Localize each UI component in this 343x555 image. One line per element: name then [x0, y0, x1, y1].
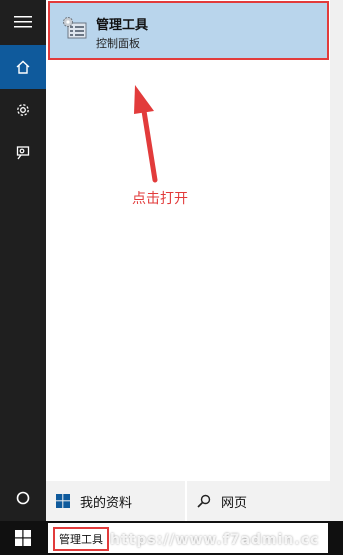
- feedback-person-icon: [16, 146, 30, 160]
- watermark: https://www.f7admin.cc: [110, 532, 320, 548]
- my-stuff-button[interactable]: 我的资料: [46, 481, 185, 521]
- search-results-panel: 管理工具 控制面板 我的资料 网页: [46, 0, 343, 521]
- annotation-text: 点击打开: [132, 191, 188, 207]
- search-query: 管理工具: [53, 527, 109, 551]
- hamburger-icon: [14, 16, 32, 28]
- left-rail: [0, 0, 46, 521]
- web-button[interactable]: 网页: [187, 481, 330, 521]
- power-button[interactable]: [0, 476, 46, 520]
- settings-button[interactable]: [0, 88, 46, 132]
- settings-gear-icon: [17, 104, 29, 116]
- feedback-button[interactable]: [0, 131, 46, 175]
- power-icon: [16, 491, 30, 505]
- menu-button[interactable]: [0, 0, 46, 44]
- annotation-arrow: [134, 85, 158, 183]
- search-icon: [197, 494, 211, 508]
- home-button[interactable]: [0, 45, 46, 89]
- my-stuff-label: 我的资料: [80, 495, 133, 511]
- start-button[interactable]: [0, 521, 46, 555]
- windows-logo-icon: [15, 530, 31, 546]
- home-icon: [16, 60, 30, 74]
- web-label: 网页: [221, 495, 248, 511]
- scrollbar-track[interactable]: [330, 0, 343, 521]
- windows-small-icon: [56, 494, 70, 508]
